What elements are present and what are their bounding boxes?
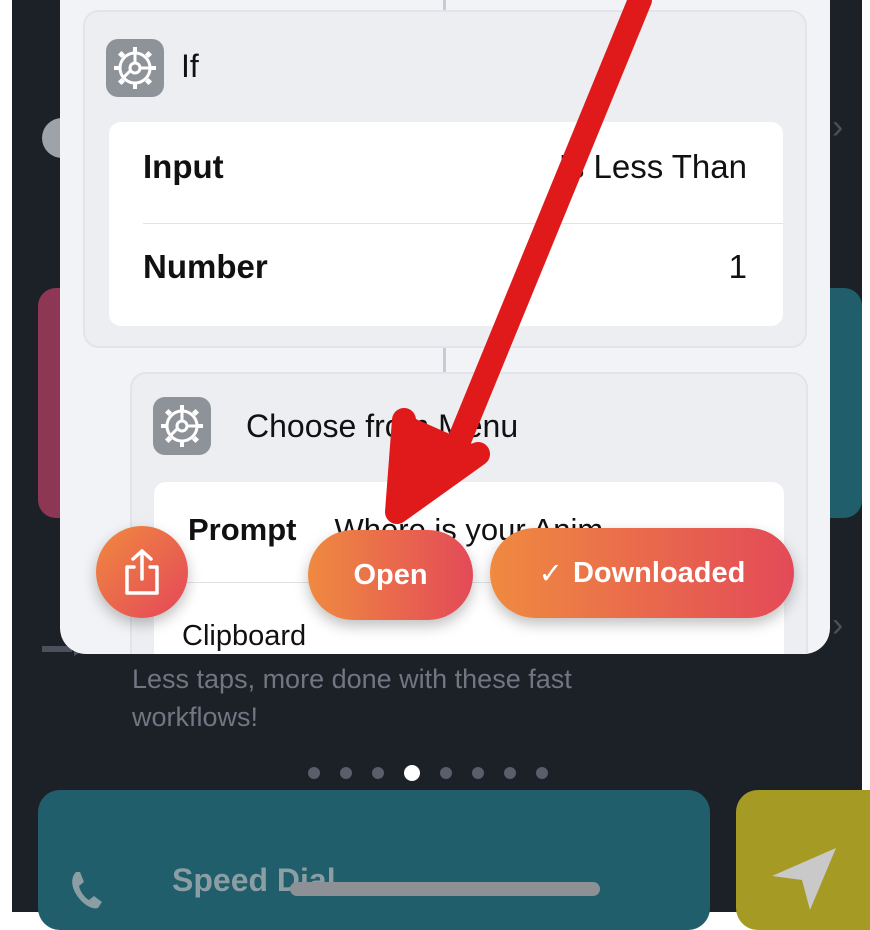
screen-edge-right — [862, 0, 870, 912]
connector-line — [443, 0, 446, 10]
input-parameter-row[interactable]: Input Is Less Than — [143, 148, 747, 186]
page-dot[interactable] — [308, 767, 320, 779]
phone-icon — [72, 872, 102, 909]
gear-icon — [153, 397, 211, 455]
page-dot[interactable] — [536, 767, 548, 779]
checkmark-icon: ✓ — [538, 557, 563, 590]
screen-edge-left — [0, 0, 12, 912]
share-icon — [125, 549, 159, 595]
input-value[interactable]: Is Less Than — [559, 148, 747, 186]
if-parameters: Input Is Less Than Number 1 — [109, 122, 783, 326]
prompt-label: Prompt — [188, 512, 297, 547]
page-dot[interactable] — [372, 767, 384, 779]
number-value[interactable]: 1 — [729, 248, 747, 286]
open-button-label: Open — [353, 558, 428, 591]
menu-item-clipboard[interactable]: Clipboard — [182, 620, 306, 653]
collection-subtitle: Less taps, more done with these fast wor… — [132, 664, 572, 732]
chevron-right-icon: › — [832, 606, 844, 644]
open-button[interactable]: Open — [308, 530, 473, 620]
page-dot[interactable] — [472, 767, 484, 779]
number-label: Number — [143, 248, 268, 285]
menu-item-row[interactable]: Clipboard — [182, 620, 748, 653]
downloaded-button-label: Downloaded — [572, 556, 746, 589]
speed-dial-card[interactable] — [38, 790, 710, 930]
row-divider — [143, 223, 783, 224]
chevron-right-icon: › — [832, 108, 844, 146]
page-dot[interactable] — [340, 767, 352, 779]
input-label: Input — [143, 148, 224, 185]
page-dot[interactable] — [440, 767, 452, 779]
menu-action-title: Choose from Menu — [246, 408, 519, 444]
page-dot[interactable] — [504, 767, 516, 779]
home-indicator[interactable] — [290, 882, 600, 896]
downloaded-button[interactable]: ✓ Downloaded — [490, 528, 794, 618]
number-parameter-row[interactable]: Number 1 — [143, 248, 747, 286]
gear-icon — [106, 39, 164, 97]
share-button[interactable] — [96, 526, 188, 618]
page-dot-active[interactable] — [404, 765, 420, 781]
page-indicator[interactable] — [308, 765, 548, 781]
connector-line — [443, 346, 446, 372]
location-arrow-icon — [772, 848, 836, 910]
if-action-title: If — [181, 48, 199, 84]
if-action-card[interactable]: If Input Is Less Than Number 1 — [83, 10, 807, 348]
